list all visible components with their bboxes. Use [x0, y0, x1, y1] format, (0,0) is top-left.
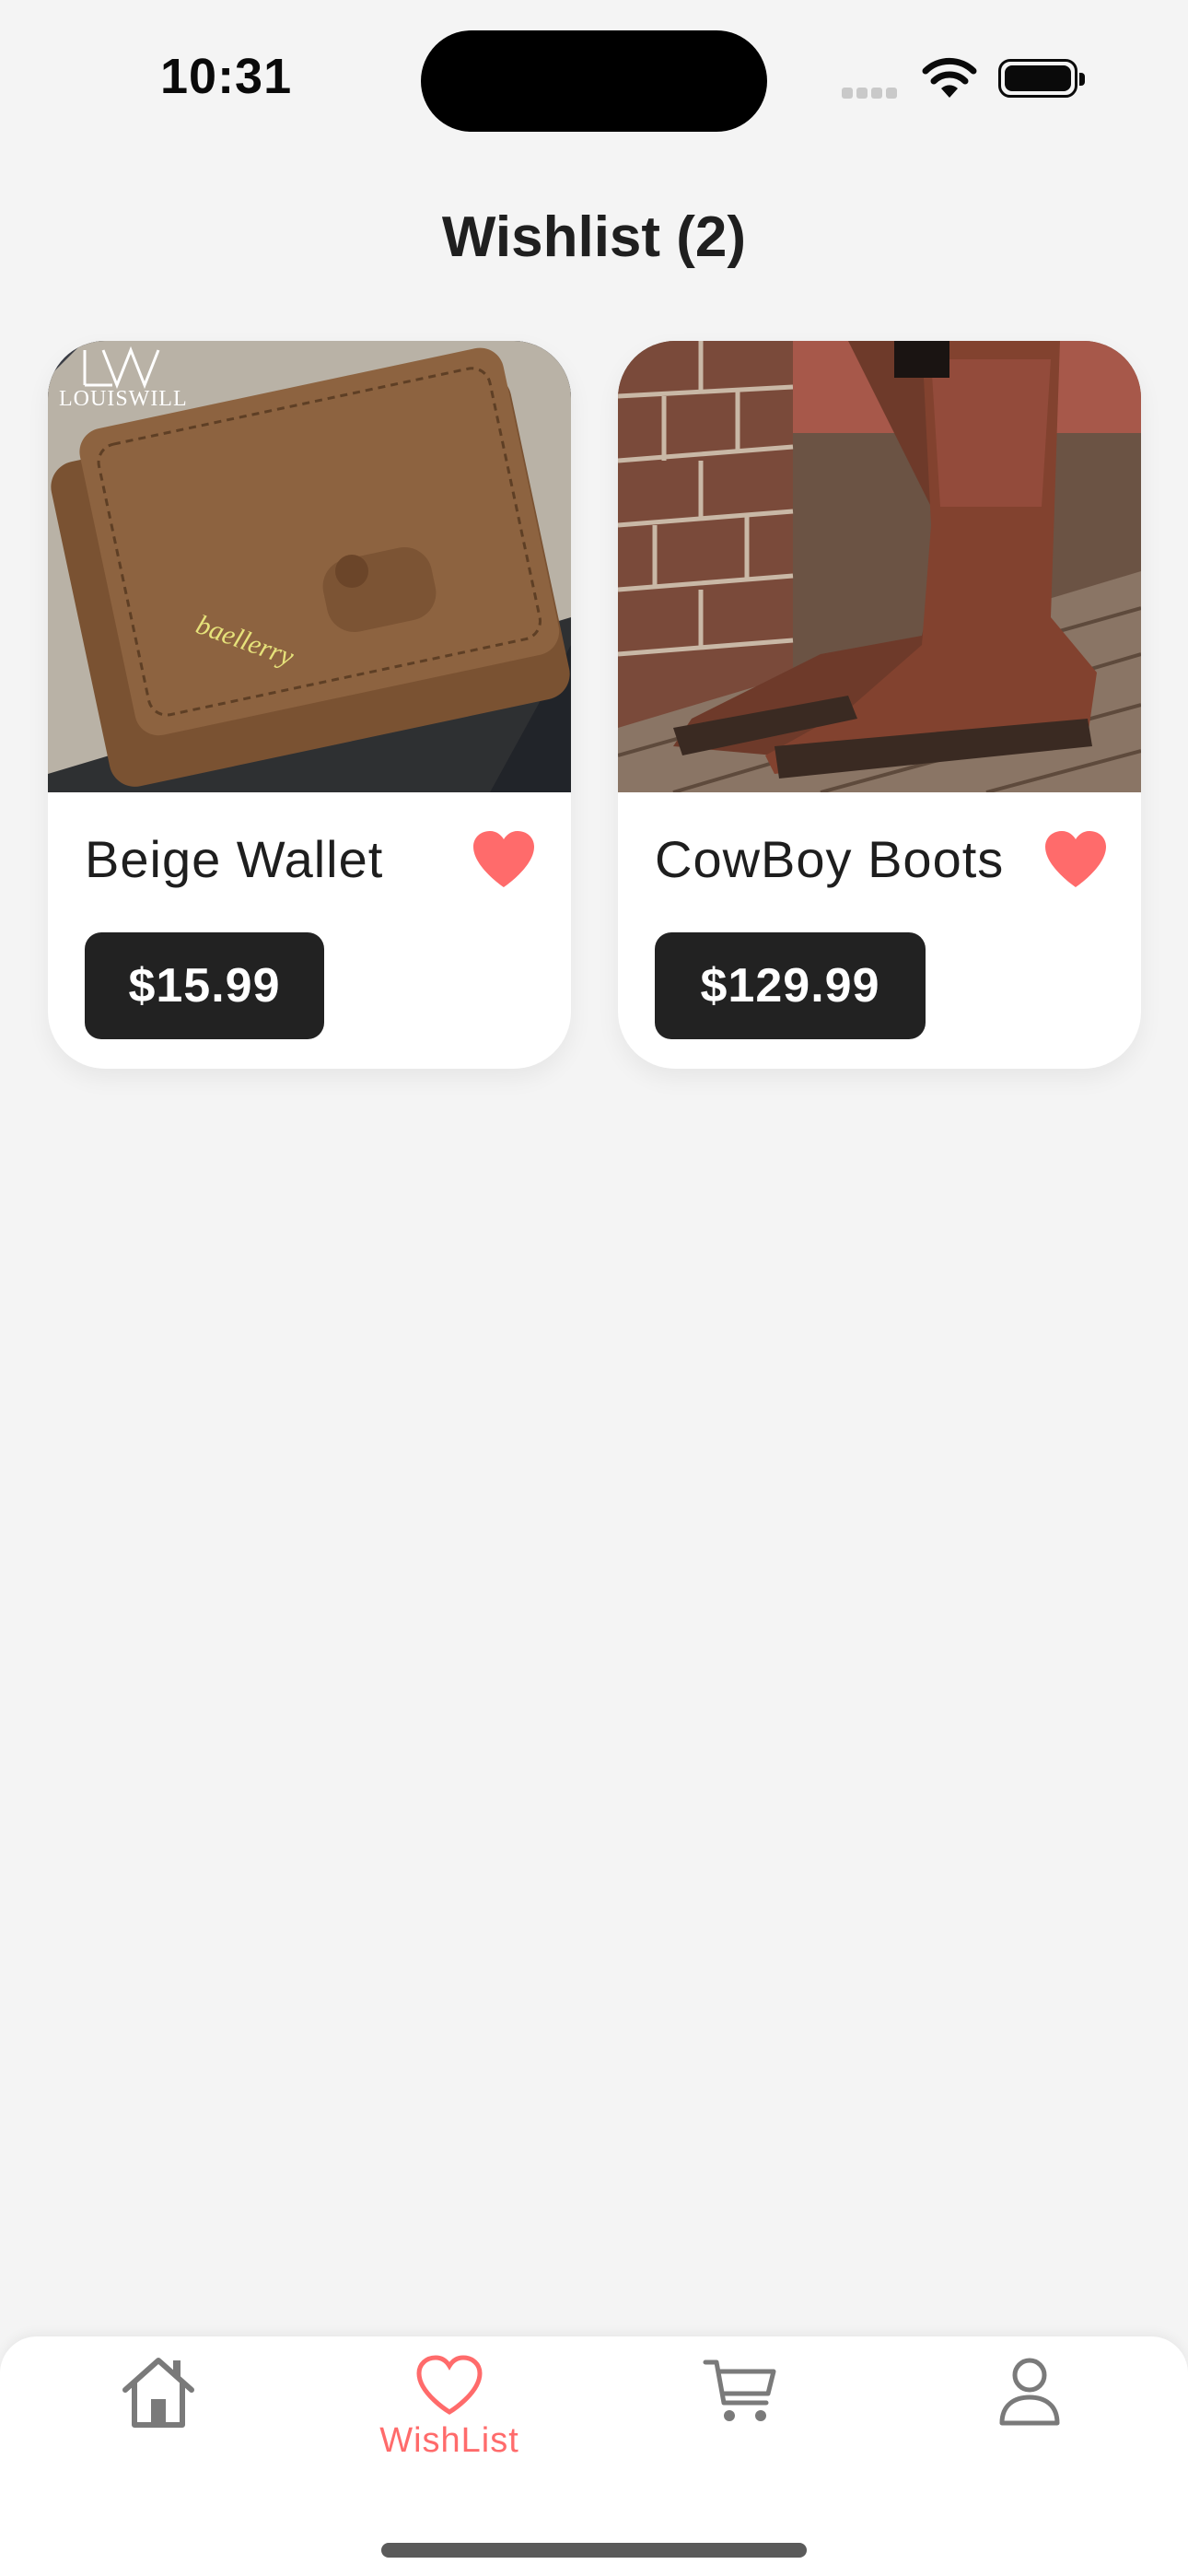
- product-name: Beige Wallet: [85, 830, 384, 888]
- profile-icon: [999, 2358, 1060, 2426]
- product-card-boots[interactable]: CowBoy Boots $129.99: [618, 341, 1141, 1069]
- home-icon: [122, 2358, 194, 2428]
- product-image-boots: [618, 341, 1141, 792]
- price-tag: $129.99: [655, 932, 926, 1039]
- tab-wishlist[interactable]: WishList: [376, 2355, 523, 2521]
- cart-icon: [703, 2359, 776, 2421]
- heart-icon: [416, 2355, 483, 2415]
- status-bar: 10:31: [0, 0, 1188, 157]
- battery-icon: [998, 59, 1085, 98]
- home-indicator: [381, 2543, 807, 2558]
- tab-profile[interactable]: [956, 2355, 1103, 2521]
- heart-icon[interactable]: [1043, 830, 1108, 889]
- product-name: CowBoy Boots: [655, 830, 1005, 888]
- bottom-tab-bar: WishList: [0, 2336, 1188, 2576]
- page-title: Wishlist (2): [441, 205, 747, 269]
- price-tag: $15.99: [85, 932, 324, 1039]
- wifi-icon: [922, 57, 977, 98]
- dynamic-island: [421, 30, 767, 132]
- product-image-wallet: baellerry LOUISWILL: [48, 341, 571, 792]
- cellular-signal-icon: [842, 87, 901, 103]
- heart-icon[interactable]: [472, 830, 536, 889]
- product-card-wallet[interactable]: baellerry LOUISWILL Beige Wallet $15.99: [48, 341, 571, 1069]
- tab-wishlist-label: WishList: [379, 2421, 519, 2460]
- status-time: 10:31: [160, 49, 293, 104]
- tab-cart[interactable]: [667, 2355, 814, 2521]
- tab-home[interactable]: [85, 2355, 232, 2521]
- brand-logo-text: LOUISWILL: [59, 387, 188, 411]
